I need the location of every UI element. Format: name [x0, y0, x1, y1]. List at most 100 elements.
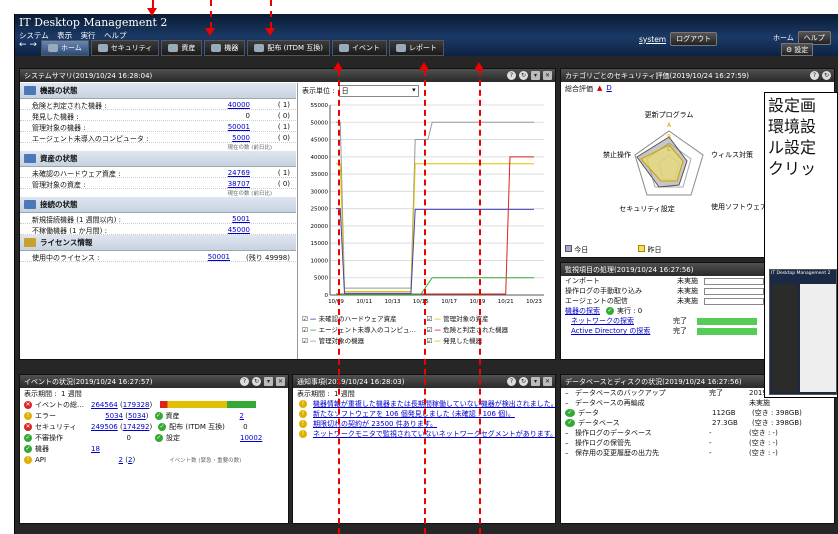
y-tick-label: 40000 [311, 155, 329, 161]
progress-bar [704, 287, 764, 295]
annotation-arrow [333, 62, 343, 70]
x-tick-label: 10/09 [328, 299, 344, 305]
close-icon[interactable]: ✕ [543, 71, 552, 80]
legend-item[interactable]: ☑ — 未確認のハードウェア資産 [302, 313, 427, 323]
legend-item[interactable]: ☑ — 発見した機器 [427, 335, 552, 345]
events-panel: イベントの状況(2019/10/24 16:27:57) ? ↻ ▾ ✕ 表示期間 :… [19, 374, 289, 524]
menu-help[interactable]: ヘルプ [104, 31, 127, 40]
tab-reports[interactable]: レポート [389, 40, 445, 56]
section-connection-state: 接続の状態 [20, 197, 296, 213]
summary-row: 不稼働機器 (1 か月間) :45000 [20, 224, 296, 235]
tab-home[interactable]: ホーム [40, 40, 89, 56]
legend-item[interactable]: ☑ — 危険と判定された機器 [427, 324, 552, 334]
radar-axis-label: 使用ソフトウェア [711, 202, 767, 211]
thumbnail-tree [772, 284, 798, 392]
x-tick-label: 10/23 [526, 299, 542, 305]
panel-header: カテゴリごとのセキュリティ評価(2019/10/24 16:27:59) ? ↻ [561, 69, 834, 82]
close-icon[interactable]: ✕ [276, 377, 285, 386]
x-tick-label: 10/11 [356, 299, 372, 305]
database-label: 保存用の変更履歴の出力先 [575, 449, 659, 457]
event-icon [339, 44, 350, 52]
tab-distribution[interactable]: 配布 (ITDM 互換) [247, 40, 331, 56]
warning-icon: ! [299, 400, 307, 408]
warning-icon: ! [24, 411, 32, 420]
dash-icon: – [565, 449, 569, 457]
database-rows: –データベースのバックアップ完了2019/10–データベースの再編成未実施✓デー… [561, 388, 834, 458]
database-value: - [709, 429, 712, 437]
tab-devices[interactable]: 機器 [204, 40, 246, 56]
check-icon: ✓ [606, 307, 614, 315]
database-label: データベース [578, 419, 620, 427]
close-icon[interactable]: ✕ [543, 377, 552, 386]
event-ratio-bar [160, 401, 257, 408]
radar-axis-label: セキュリティ設定 [619, 204, 675, 213]
settings-thumbnail: IT Desktop Management 2 [769, 269, 837, 395]
legend-item[interactable]: ☑ — 管理対象の資産 [427, 313, 552, 323]
progress-bar [704, 297, 764, 305]
warning-icon: ! [299, 430, 307, 438]
refresh-icon[interactable]: ↻ [519, 71, 528, 80]
app-window: IT Desktop Management 2 システム 表示 実行 ヘルプ ←… [14, 14, 838, 534]
checkbox-icon[interactable]: ☑ [302, 337, 310, 345]
device-icon [24, 86, 36, 95]
network-icon [24, 200, 36, 209]
home-link[interactable]: ホーム [773, 33, 794, 43]
minimize-icon[interactable]: ▾ [264, 377, 273, 386]
event-row: ✓ 不審操作 0 ✓ 設定 10002 [24, 433, 263, 442]
checkbox-icon[interactable]: ☑ [302, 315, 310, 323]
checkbox-icon[interactable]: ☑ [302, 326, 310, 334]
line-chart: 55000 50000 45000 40000 35000 30000 25000 20000… [311, 103, 544, 305]
unit-selector-row: 表示単位 : 日 ▾ [298, 83, 555, 99]
check-icon: ✓ [565, 409, 575, 417]
legend-item[interactable]: ☑ — 管理対象の機器 [302, 335, 427, 345]
summary-row: 未確認のハードウェア資産 :24769( 1) [20, 167, 296, 178]
menu-run[interactable]: 実行 [81, 31, 96, 40]
help-icon[interactable]: ? [507, 71, 516, 80]
tab-assets[interactable]: 資産 [161, 40, 203, 56]
summary-row: 発見した機器 :0( 0) [20, 110, 296, 121]
left-margin [0, 0, 14, 534]
refresh-icon[interactable]: ↻ [519, 377, 528, 386]
section-asset-state: 資産の状態 [20, 151, 296, 167]
annotation-arrow [147, 8, 157, 16]
callout-line: 環境設 [768, 117, 817, 136]
database-value: 27.3GB [712, 419, 738, 427]
help-icon[interactable]: ? [810, 71, 819, 80]
unit-select[interactable]: 日 ▾ [338, 85, 419, 97]
minimize-icon[interactable]: ▾ [531, 71, 540, 80]
tab-security[interactable]: セキュリティ [90, 40, 160, 56]
summary-row: 危険と判定された機器 :40000( 1) [20, 99, 296, 110]
database-label: データ [578, 409, 599, 417]
settings-button[interactable]: ⚙ 設定 [781, 43, 814, 56]
user-area: system ログアウト [639, 32, 718, 46]
legend-item[interactable]: ☑ — エージェント未導入のコンピュ… [302, 324, 427, 334]
tab-events[interactable]: イベント [332, 40, 388, 56]
database-label: データベースのバックアップ [575, 389, 666, 397]
annotation-line [270, 0, 272, 28]
period-row: 表示期間 : 1 週間 [24, 389, 82, 398]
radar-level: B [667, 134, 671, 141]
annotation-arrow [205, 28, 215, 36]
minimize-icon[interactable]: ▾ [531, 377, 540, 386]
help-icon[interactable]: ? [240, 377, 249, 386]
thumbnail-title: IT Desktop Management 2 [771, 271, 831, 276]
help-icon[interactable]: ? [507, 377, 516, 386]
logout-button[interactable]: ログアウト [670, 32, 718, 46]
refresh-icon[interactable]: ↻ [252, 377, 261, 386]
x-tick-label: 10/17 [441, 299, 457, 305]
progress-bar [704, 277, 764, 285]
back-forward-icon[interactable]: ← → [15, 40, 41, 56]
legend-yesterday: 昨日 [638, 245, 661, 255]
annotation-arrow [474, 62, 484, 70]
database-row: – データベースの再編成 未実施 [561, 398, 834, 408]
summary-list: 機器の状態 危険と判定された機器 :40000( 1) 発見した機器 :0( 0… [20, 83, 296, 359]
summary-note: 現在の数 (前日比) [227, 191, 272, 197]
menu-view[interactable]: 表示 [57, 31, 72, 40]
database-row: – 保存用の変更履歴の出力先 - (空き : -) [561, 448, 834, 458]
y-tick-label: 30000 [311, 189, 329, 195]
event-row: ! API 2 (2) イベント数 (緊急・重要の数) [20, 454, 288, 465]
database-value: 完了 [709, 389, 723, 397]
refresh-icon[interactable]: ↻ [822, 71, 831, 80]
menu-system[interactable]: システム [19, 31, 49, 40]
user-link[interactable]: system [639, 35, 666, 44]
